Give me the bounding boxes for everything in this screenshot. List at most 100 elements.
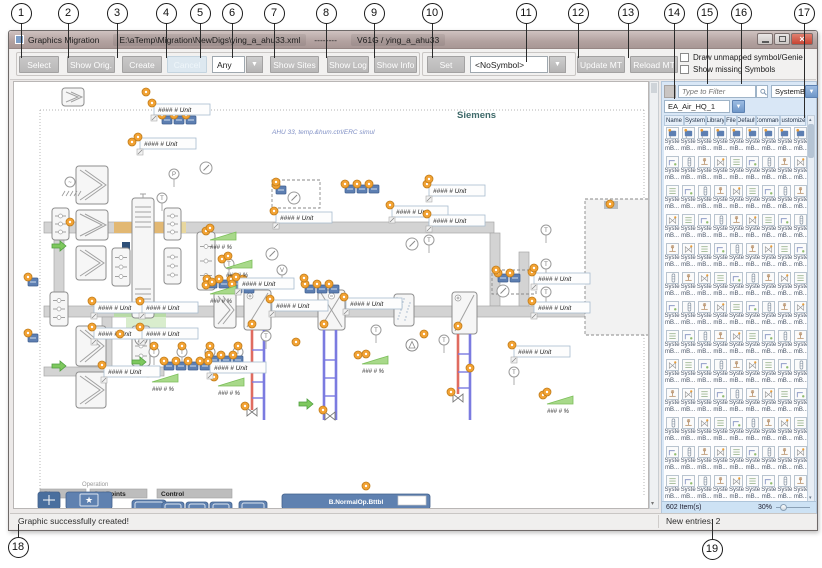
symbol-tile[interactable]: SystemB... [728,329,744,358]
symbol-tile[interactable]: SystemB... [664,242,680,271]
set-button[interactable]: Set [427,56,465,73]
column-header-default[interactable]: Default [737,115,756,126]
symbol-tile[interactable]: SystemB... [777,300,793,329]
show-orig-button[interactable]: Show Orig. [67,56,115,73]
symbol-tile[interactable]: SystemB... [696,416,712,445]
symbol-tile[interactable]: SystemB... [745,416,761,445]
symbol-tile[interactable]: SystemB... [761,126,777,155]
system-select-arrow-icon[interactable]: ▼ [805,85,818,98]
symbol-tile[interactable]: SystemB... [712,155,728,184]
symbol-tile[interactable]: SystemB... [696,242,712,271]
show-log-button[interactable]: Show Log [327,56,369,73]
symbol-filter-field[interactable] [678,85,756,98]
symbol-tile[interactable]: SystemB... [696,445,712,474]
symbol-tile[interactable]: SystemB... [777,474,793,503]
symbol-tile[interactable]: SystemB... [680,445,696,474]
symbol-tile[interactable]: SystemB... [761,271,777,300]
symbol-tile[interactable]: SystemB... [664,474,680,503]
symbol-tile[interactable]: SystemB... [745,126,761,155]
symbol-tile[interactable]: SystemB... [664,329,680,358]
symbol-tile[interactable]: SystemB... [777,271,793,300]
symbol-tile[interactable]: SystemB... [728,213,744,242]
scrollbar-down-arrow-icon[interactable]: ▾ [651,500,654,507]
symbol-tile[interactable]: SystemB... [761,213,777,242]
symbol-tile[interactable]: SystemB... [680,387,696,416]
symbol-tile[interactable]: SystemB... [745,329,761,358]
symbol-tile[interactable]: SystemB... [680,184,696,213]
show-info-button[interactable]: Show Info [374,56,417,73]
panel-scrollbar[interactable]: ▴ ▾ [807,115,815,503]
symbol-tile[interactable]: SystemB... [777,445,793,474]
symbol-tile[interactable]: SystemB... [696,126,712,155]
symbol-tile[interactable]: SystemB... [728,445,744,474]
symbol-tile[interactable]: SystemB... [745,358,761,387]
symbol-tile[interactable]: SystemB... [777,387,793,416]
symbol-tile[interactable]: SystemB... [777,184,793,213]
symbol-tile[interactable]: SystemB... [745,155,761,184]
symbol-tile[interactable]: SystemB... [745,242,761,271]
symbol-tile[interactable]: SystemB... [696,271,712,300]
symbol-tile[interactable]: SystemB... [728,271,744,300]
symbol-tile[interactable]: SystemB... [680,242,696,271]
symbol-tile[interactable]: SystemB... [664,213,680,242]
symbol-tile[interactable]: SystemB... [761,300,777,329]
panel-scroll-up-icon[interactable]: ▴ [809,117,812,123]
symbol-tile[interactable]: SystemB... [680,271,696,300]
symbol-tile[interactable]: SystemB... [680,155,696,184]
show-sites-button[interactable]: Show Sites [270,56,319,73]
symbol-tile[interactable]: SystemB... [761,329,777,358]
symbol-tile[interactable]: SystemB... [680,126,696,155]
symbol-tile[interactable]: SystemB... [728,358,744,387]
close-button[interactable]: × [791,33,813,45]
symbol-tile[interactable]: SystemB... [712,387,728,416]
column-header-library[interactable]: Library [706,115,725,126]
symbol-tile[interactable]: SystemB... [728,184,744,213]
maximize-button[interactable] [774,33,790,45]
symbol-tile[interactable]: SystemB... [712,329,728,358]
symbol-tile[interactable]: SystemB... [777,329,793,358]
symbol-tile[interactable]: SystemB... [696,300,712,329]
symbol-tile[interactable]: SystemB... [680,213,696,242]
symbol-tile[interactable]: SystemB... [777,155,793,184]
column-header-command[interactable]: Command [756,115,780,126]
symbol-tile[interactable]: SystemB... [761,184,777,213]
symbol-tile[interactable]: SystemB... [680,474,696,503]
symbol-tile[interactable]: SystemB... [728,242,744,271]
symbol-tile[interactable]: SystemB... [728,474,744,503]
symbol-tile[interactable]: SystemB... [728,155,744,184]
symbol-tile[interactable]: SystemB... [777,358,793,387]
symbol-tile[interactable]: SystemB... [696,387,712,416]
symbol-tile[interactable]: SystemB... [680,358,696,387]
symbol-tile[interactable]: SystemB... [712,300,728,329]
column-header-system[interactable]: System [684,115,706,126]
search-icon[interactable] [756,85,768,98]
symbol-tile[interactable]: SystemB... [712,271,728,300]
reload-mt-button[interactable]: Reload MT [630,56,678,73]
canvas-vertical-scrollbar[interactable]: ▾ [649,81,659,509]
symbol-tile[interactable]: SystemB... [712,126,728,155]
symbol-tile[interactable]: SystemB... [712,184,728,213]
column-header-file[interactable]: File [725,115,737,126]
symbol-tile[interactable]: SystemB... [761,387,777,416]
show-missing-checkbox-row[interactable]: Show missing Symbols [680,65,775,74]
symbol-tile[interactable]: SystemB... [777,242,793,271]
symbol-tile[interactable]: SystemB... [680,300,696,329]
symbol-tile[interactable]: SystemB... [761,155,777,184]
symbol-tile[interactable]: SystemB... [761,474,777,503]
symbol-tile[interactable]: SystemB... [777,416,793,445]
symbol-tile[interactable]: SystemB... [728,126,744,155]
symbol-tile[interactable]: SystemB... [696,329,712,358]
system-select[interactable]: SystemB [771,85,805,98]
symbol-tile[interactable]: SystemB... [696,184,712,213]
symbol-tile[interactable]: SystemB... [728,416,744,445]
column-header-customized[interactable]: Customized [780,115,806,126]
symbol-combobox[interactable]: <NoSymbol> [470,56,548,73]
drawing-canvas[interactable]: PTTVTTTTTTTTTTTT~### # %### # %### # %##… [13,81,649,509]
column-header-name[interactable]: Name [664,115,684,126]
symbol-tile[interactable]: SystemB... [696,358,712,387]
symbol-tile[interactable]: SystemB... [664,184,680,213]
symbol-tile[interactable]: SystemB... [712,416,728,445]
draw-unmapped-checkbox[interactable] [680,53,689,62]
symbol-tile[interactable]: SystemB... [745,474,761,503]
symbol-combo-arrow-icon[interactable]: ▼ [549,56,566,73]
